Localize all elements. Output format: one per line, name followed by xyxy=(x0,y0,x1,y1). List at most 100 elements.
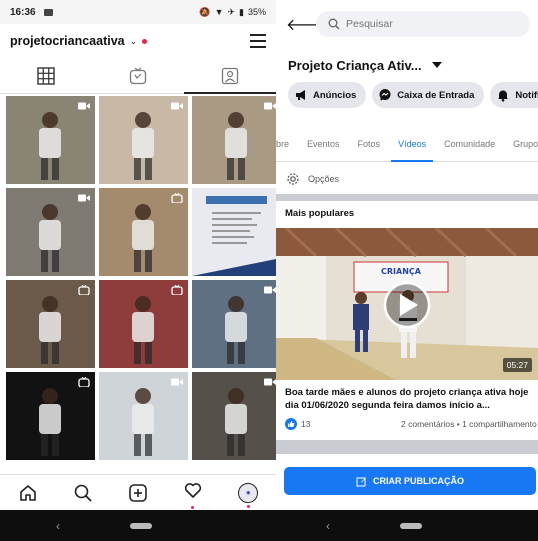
menu-icon[interactable] xyxy=(250,34,266,48)
instagram-app: 16:36 🔕 ▼ ✈ ▮ 35% projetocriancaativa ⌄ xyxy=(0,0,281,541)
notifications-button[interactable]: Notificações xyxy=(490,82,538,108)
inbox-label: Caixa de Entrada xyxy=(397,89,475,101)
banner-text: CRIANÇA xyxy=(381,267,422,276)
bottom-navigation: ◉ xyxy=(0,474,276,510)
avatar: ◉ xyxy=(238,482,259,503)
page-title-row: Projeto Criança Ativ... xyxy=(276,48,538,82)
activity-dot xyxy=(191,506,195,509)
comments-shares[interactable]: 2 comentários • 1 compartilhamento xyxy=(401,419,537,429)
video-caption[interactable]: Boa tarde mães e alunos do projeto crian… xyxy=(285,386,535,412)
mute-icon: 🔕 xyxy=(199,6,211,17)
airplane-icon: ✈ xyxy=(227,6,236,17)
android-home-pill[interactable] xyxy=(130,522,152,529)
create-post-button[interactable]: CRIAR PUBLICAÇÃO xyxy=(284,467,536,495)
profile-header: projetocriancaativa ⌄ xyxy=(0,24,276,58)
video-camera-icon xyxy=(264,378,276,386)
page-subtabs: breEventosFotosVídeosComunidadeGrupos xyxy=(276,126,538,162)
igtv-icon xyxy=(78,377,90,387)
igtv-icon xyxy=(171,285,183,295)
video-camera-icon xyxy=(171,102,183,110)
battery-icon: ▮ xyxy=(239,6,244,17)
like-icon xyxy=(285,418,297,430)
post-thumbnail[interactable] xyxy=(6,280,95,368)
search-input[interactable]: Pesquisar xyxy=(316,11,530,37)
post-thumbnail[interactable] xyxy=(99,96,188,184)
video-duration: 05:27 xyxy=(502,358,532,372)
post-thumbnail[interactable] xyxy=(192,280,281,368)
post-thumbnail[interactable] xyxy=(192,372,281,460)
status-time: 16:36 xyxy=(10,6,36,18)
gallery-notification-icon xyxy=(43,8,53,16)
video-thumbnail[interactable]: CRIANÇA 05:27 xyxy=(276,228,538,380)
tab-bre[interactable]: bre xyxy=(276,126,298,162)
like-count[interactable]: 13 xyxy=(301,419,310,429)
messenger-icon xyxy=(379,89,391,101)
post-thumbnail[interactable] xyxy=(99,280,188,368)
search-placeholder: Pesquisar xyxy=(346,18,393,30)
post-thumbnail[interactable] xyxy=(6,188,95,276)
video-camera-icon xyxy=(78,102,90,110)
status-icons: 🔕 ▼ ✈ ▮ 35% xyxy=(199,7,266,18)
page-actions: Anúncios Caixa de Entrada Notificações xyxy=(276,82,538,110)
igtv-icon xyxy=(171,193,183,203)
android-back-icon[interactable]: ‹ xyxy=(56,519,60,533)
tab-comunidade[interactable]: Comunidade xyxy=(435,126,504,162)
post-image xyxy=(192,196,281,276)
video-camera-icon xyxy=(171,378,183,386)
post-thumbnail[interactable] xyxy=(192,96,281,184)
profile-button[interactable]: ◉ xyxy=(238,482,259,508)
post-thumbnail[interactable] xyxy=(6,372,95,460)
profile-username[interactable]: projetocriancaativa xyxy=(10,34,125,48)
post-thumbnail[interactable] xyxy=(99,188,188,276)
ads-button[interactable]: Anúncios xyxy=(288,82,367,108)
tagged-person-icon xyxy=(221,67,239,84)
tab-igtv[interactable] xyxy=(92,58,184,93)
android-nav-bar: ‹ xyxy=(276,510,538,541)
chevron-down-icon[interactable]: ⌄ xyxy=(130,36,138,47)
heart-icon xyxy=(185,483,202,498)
battery-level: 35% xyxy=(247,7,266,17)
profile-dot xyxy=(247,504,251,508)
igtv-icon xyxy=(78,285,90,295)
activity-button[interactable] xyxy=(183,480,203,509)
video-camera-icon xyxy=(264,286,276,294)
bell-icon xyxy=(498,90,509,102)
back-arrow-icon[interactable]: 🡐 xyxy=(286,14,329,35)
tab-fotos[interactable]: Fotos xyxy=(349,126,390,162)
home-icon[interactable] xyxy=(18,483,38,503)
grid-icon xyxy=(37,66,55,85)
caret-down-icon[interactable] xyxy=(431,62,442,68)
post-thumbnail[interactable] xyxy=(192,188,281,276)
inbox-button[interactable]: Caixa de Entrada xyxy=(372,82,485,108)
post-thumbnail[interactable] xyxy=(99,372,188,460)
igtv-icon xyxy=(129,67,147,84)
android-back-icon[interactable]: ‹ xyxy=(326,519,330,533)
facebook-app: 🡐 Pesquisar Projeto Criança Ativ... Anún… xyxy=(276,0,538,541)
search-row: 🡐 Pesquisar xyxy=(276,0,538,48)
search-icon xyxy=(328,18,340,30)
post-grid xyxy=(0,96,281,460)
android-nav-bar: ‹ xyxy=(0,510,276,541)
video-camera-icon xyxy=(78,194,90,202)
tab-eventos[interactable]: Eventos xyxy=(298,126,349,162)
search-icon[interactable] xyxy=(73,483,93,503)
video-engagement: 13 2 comentários • 1 compartilhamento xyxy=(285,418,538,430)
create-post-label: CRIAR PUBLICAÇÃO xyxy=(373,476,464,486)
tab-tagged[interactable] xyxy=(184,58,276,93)
page-title[interactable]: Projeto Criança Ativ... xyxy=(288,58,422,73)
megaphone-icon xyxy=(296,90,305,100)
tab-grupos[interactable]: Grupos xyxy=(504,126,538,162)
profile-tabs xyxy=(0,58,276,94)
video-scene: CRIANÇA xyxy=(276,228,538,380)
gear-icon xyxy=(287,173,299,185)
android-home-pill[interactable] xyxy=(400,522,422,529)
notifications-label: Notificações xyxy=(515,89,538,101)
ads-label: Anúncios xyxy=(313,89,357,101)
options-row[interactable]: Opções xyxy=(276,164,538,194)
post-thumbnail[interactable] xyxy=(6,96,95,184)
tab-videos[interactable]: Vídeos xyxy=(389,126,435,162)
new-post-icon[interactable] xyxy=(128,483,148,503)
tab-grid[interactable] xyxy=(0,58,92,93)
section-divider xyxy=(276,194,538,201)
notification-dot xyxy=(142,38,148,44)
